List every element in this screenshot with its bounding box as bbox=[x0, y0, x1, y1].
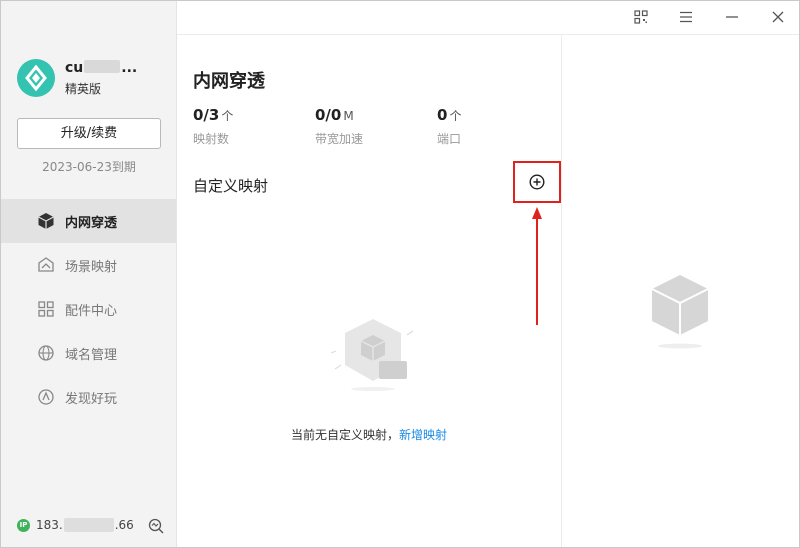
stat-label: 端口 bbox=[437, 132, 462, 146]
username: cu... bbox=[65, 60, 137, 76]
ip-redaction bbox=[63, 518, 114, 532]
sidebar-item-label: 场景映射 bbox=[65, 259, 118, 275]
page-title: 内网穿透 bbox=[193, 71, 265, 92]
app-window: cu... 精英版 升级/续费 2023-06-23到期 内网穿透 场景映射 配… bbox=[0, 0, 800, 548]
network-diagnose-icon[interactable] bbox=[147, 517, 165, 535]
username-end: ... bbox=[121, 60, 138, 76]
stat-value: 0 bbox=[437, 106, 448, 124]
sidebar: cu... 精英版 升级/续费 2023-06-23到期 内网穿透 场景映射 配… bbox=[1, 1, 177, 547]
scene-icon bbox=[37, 256, 55, 274]
globe-icon bbox=[37, 344, 55, 362]
cube-icon bbox=[37, 212, 55, 230]
stat-mappings: 0/3 个 映射数 bbox=[193, 105, 233, 147]
sidebar-item-label: 配件中心 bbox=[65, 303, 118, 319]
ip-address: IP 183. .66 bbox=[17, 518, 134, 532]
stat-bandwidth: 0/0 M 带宽加速 bbox=[315, 105, 363, 147]
avatar[interactable] bbox=[17, 59, 55, 97]
section-title: 自定义映射 bbox=[193, 177, 269, 195]
empty-state-text: 当前无自定义映射，新增映射 bbox=[177, 426, 561, 443]
add-mapping-button[interactable] bbox=[529, 174, 545, 190]
ip-end: .66 bbox=[114, 518, 134, 532]
empty-message: 当前无自定义映射， bbox=[290, 428, 399, 442]
brand-logo-icon bbox=[25, 64, 47, 92]
sidebar-nav: 内网穿透 场景映射 配件中心 域名管理 发现好玩 bbox=[1, 199, 176, 419]
ip-start: 183. bbox=[36, 518, 63, 532]
sidebar-item-label: 内网穿透 bbox=[65, 215, 118, 231]
empty-box-icon bbox=[330, 319, 414, 391]
sidebar-item-accessories[interactable]: 配件中心 bbox=[1, 287, 176, 331]
sidebar-item-scene[interactable]: 场景映射 bbox=[1, 243, 176, 287]
close-icon[interactable] bbox=[768, 7, 788, 27]
stat-unit: M bbox=[343, 109, 354, 123]
qr-code-icon[interactable] bbox=[631, 7, 651, 27]
username-redaction bbox=[84, 60, 121, 73]
sidebar-item-intranet[interactable]: 内网穿透 bbox=[1, 199, 176, 243]
compass-icon bbox=[37, 388, 55, 406]
add-mapping-link[interactable]: 新增映射 bbox=[399, 428, 447, 442]
menu-icon[interactable] bbox=[676, 7, 696, 27]
main-panel: 内网穿透 0/3 个 映射数 0/0 M 带宽加速 0个 端口 自定义映射 当前… bbox=[177, 34, 561, 547]
stat-unit: 个 bbox=[449, 109, 462, 123]
stat-label: 映射数 bbox=[193, 132, 230, 146]
stat-label: 带宽加速 bbox=[315, 132, 364, 146]
username-start: cu bbox=[65, 60, 84, 76]
stat-value: 0/3 bbox=[193, 106, 220, 124]
expire-date: 2023-06-23到期 bbox=[42, 160, 136, 174]
ip-badge: IP bbox=[17, 518, 30, 532]
plan-label: 精英版 bbox=[65, 82, 102, 96]
add-mapping-highlight bbox=[513, 161, 561, 203]
grid-icon bbox=[37, 300, 55, 318]
stat-ports: 0个 端口 bbox=[437, 105, 461, 147]
stat-value: 0/0 bbox=[315, 106, 342, 124]
sidebar-item-domain[interactable]: 域名管理 bbox=[1, 331, 176, 375]
stat-unit: 个 bbox=[221, 109, 234, 123]
annotation-arrow bbox=[532, 207, 542, 325]
sidebar-item-discover[interactable]: 发现好玩 bbox=[1, 375, 176, 419]
plus-circle-icon bbox=[529, 174, 545, 190]
sidebar-item-label: 发现好玩 bbox=[65, 391, 118, 407]
detail-panel bbox=[561, 34, 799, 547]
upgrade-button[interactable]: 升级/续费 bbox=[17, 118, 161, 149]
cube-placeholder-icon bbox=[651, 275, 709, 349]
sidebar-item-label: 域名管理 bbox=[65, 347, 118, 363]
minimize-icon[interactable] bbox=[722, 7, 742, 27]
